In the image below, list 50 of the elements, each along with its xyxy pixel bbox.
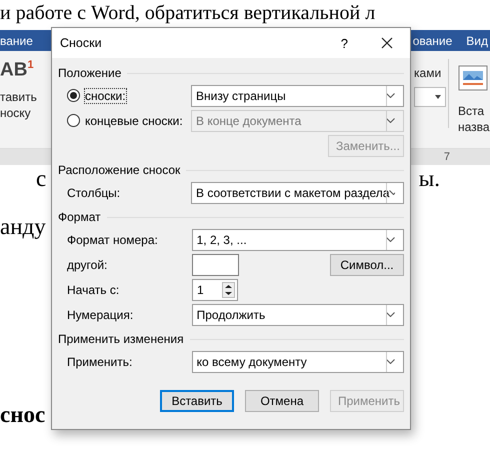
help-button[interactable]: ?: [340, 36, 348, 50]
ribbon-tab[interactable]: ование: [412, 34, 452, 48]
dropdown[interactable]: Внизу страницы: [191, 84, 404, 106]
field-label: Применить:: [67, 354, 134, 368]
number-spinner[interactable]: 1: [192, 278, 238, 300]
document-text: и работе с Word, обратиться вертикальной л: [0, 1, 376, 26]
dropdown[interactable]: Продолжить: [192, 304, 404, 326]
dropdown[interactable]: ко всему документу: [192, 350, 404, 372]
field-label: Начать с:: [67, 282, 120, 296]
chevron-down-icon: [386, 93, 395, 98]
ribbon-label[interactable]: носку: [0, 105, 40, 121]
ribbon-tab[interactable]: вание: [0, 34, 33, 48]
field-label: Нумерация:: [67, 308, 134, 322]
ribbon-label[interactable]: тавить: [0, 89, 40, 105]
section-heading: Применить изменения: [58, 332, 184, 346]
close-icon[interactable]: [381, 37, 393, 49]
ribbon-label[interactable]: Вста: [458, 103, 490, 119]
insert-footnote-icon[interactable]: AB$^{1}$: [0, 59, 40, 89]
chevron-down-icon: [389, 190, 395, 195]
chevron-down-icon: [386, 312, 395, 317]
section-heading: Расположение сносок: [58, 163, 180, 177]
input-field[interactable]: [192, 254, 239, 276]
dialog-button[interactable]: Отмена: [245, 390, 319, 412]
dropdown-arrow-icon: [435, 95, 441, 99]
document-text: анду: [0, 214, 46, 240]
radio-button[interactable]: [67, 89, 80, 102]
picture-caption-icon[interactable]: [458, 65, 488, 91]
section-heading: Формат: [58, 210, 101, 224]
field-label: другой:: [67, 258, 108, 272]
document-text: ы.: [418, 166, 440, 192]
dropdown[interactable]: 1, 2, 3, ...: [192, 228, 404, 250]
dialog-button[interactable]: Вставить: [160, 390, 234, 412]
chevron-down-icon: [386, 118, 395, 123]
ribbon-dropdown[interactable]: [414, 87, 446, 107]
window-title: Сноски: [60, 36, 103, 50]
spinner-arrows-icon[interactable]: [222, 282, 235, 298]
chevron-down-icon: [386, 359, 395, 364]
chevron-down-icon: [386, 237, 395, 242]
ribbon-label[interactable]: ками: [414, 65, 448, 81]
section-heading: Положение: [58, 66, 122, 80]
ruler-number: 7: [444, 151, 450, 163]
ribbon-tab[interactable]: Вид: [466, 34, 488, 48]
symbol-button[interactable]: Символ...: [330, 254, 404, 276]
ribbon-label[interactable]: назва: [458, 119, 490, 135]
radio-label[interactable]: сноски:: [84, 88, 127, 104]
field-label: Столбцы:: [67, 186, 122, 200]
dropdown[interactable]: В соответствии с макетом раздела: [191, 182, 404, 204]
document-text: снос: [0, 402, 46, 428]
document-text: с: [36, 166, 46, 192]
field-label: Формат номера:: [67, 232, 159, 246]
